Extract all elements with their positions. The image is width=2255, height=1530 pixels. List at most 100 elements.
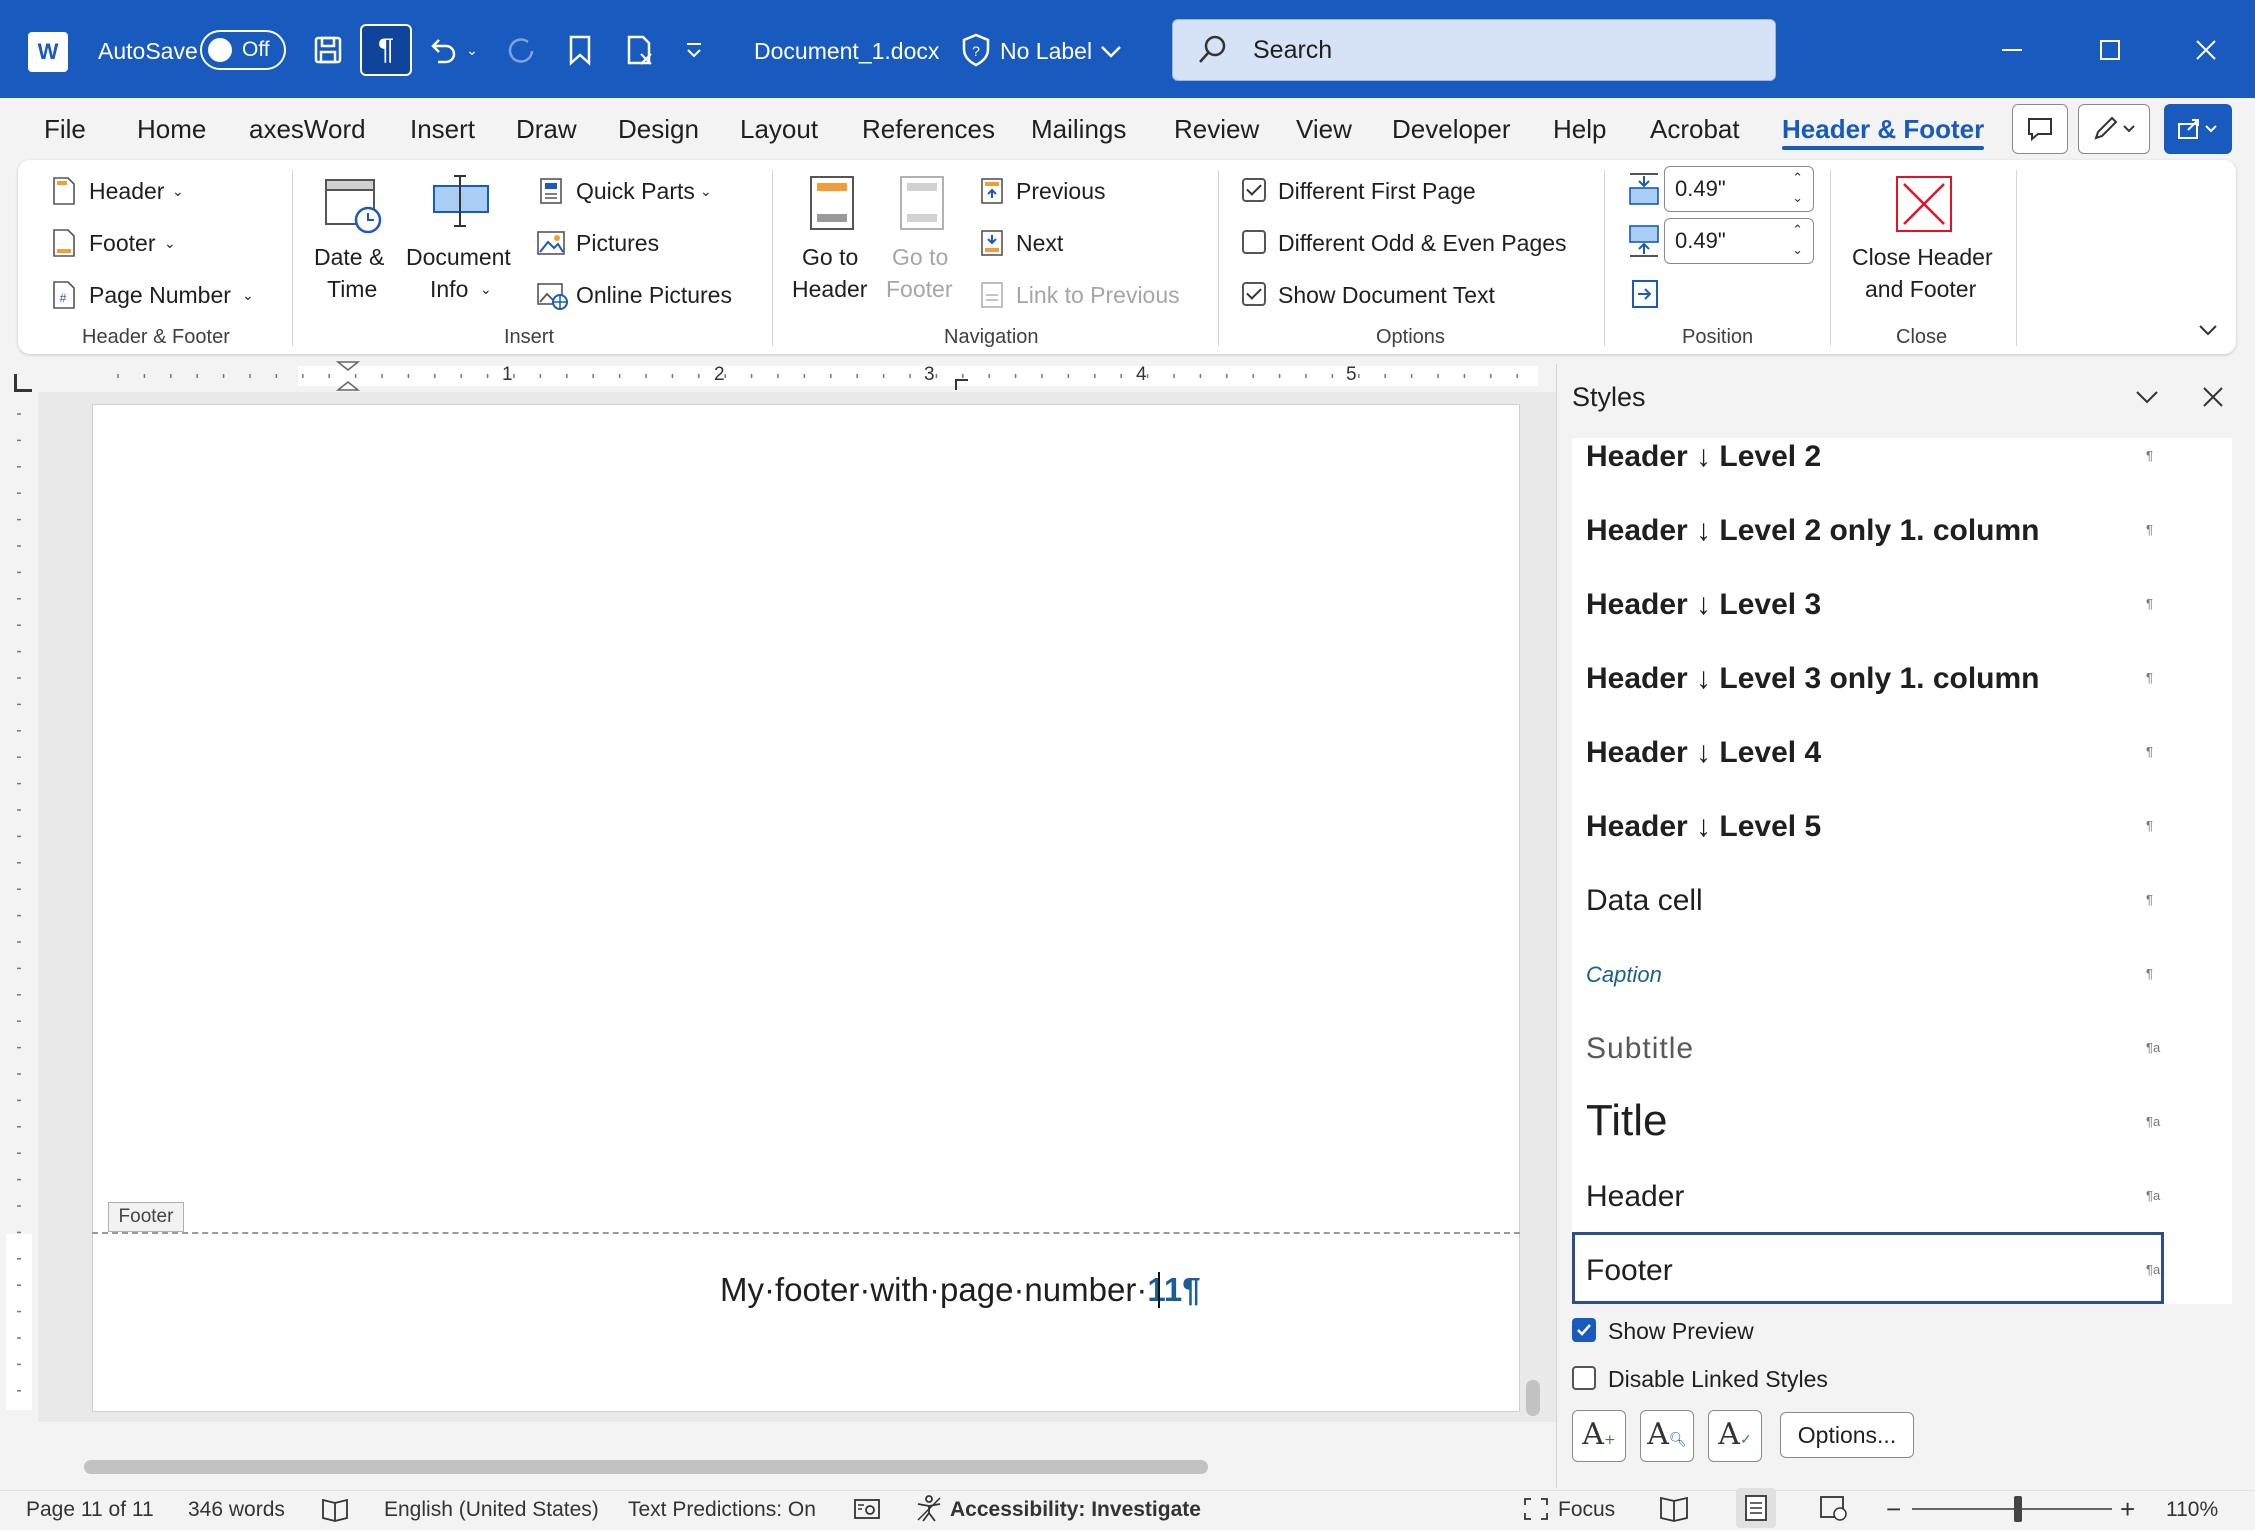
horizontal-scrollbar[interactable]: [84, 1460, 1208, 1474]
tab-axesword[interactable]: axesWord: [249, 112, 366, 146]
decrement-icon[interactable]: ⌄: [1792, 191, 1803, 205]
share-icon[interactable]: [2164, 104, 2232, 154]
list-item[interactable]: Header ¶a: [1572, 1178, 2232, 1238]
show-document-text-label[interactable]: Show Document Text: [1278, 280, 1495, 310]
maximize-icon[interactable]: [2092, 32, 2128, 68]
tab-developer[interactable]: Developer: [1392, 112, 1511, 146]
go-to-header-label-2[interactable]: Header: [792, 274, 867, 304]
text-predictions-status[interactable]: Text Predictions: On: [628, 1496, 816, 1524]
quick-parts-button[interactable]: Quick Parts: [576, 176, 695, 206]
close-header-footer-icon[interactable]: [1894, 174, 1954, 234]
tab-design[interactable]: Design: [618, 112, 699, 146]
chevron-down-icon[interactable]: ⌄: [242, 280, 254, 310]
go-to-footer-label-1[interactable]: Go to: [892, 242, 948, 272]
disable-linked-styles-checkbox[interactable]: [1572, 1366, 1596, 1390]
list-item[interactable]: Header ↓ Level 3 ¶: [1572, 586, 2232, 646]
tab-acrobat[interactable]: Acrobat: [1650, 112, 1740, 146]
next-button[interactable]: Next: [1016, 228, 1063, 258]
list-item[interactable]: Header ↓ Level 2 only 1. column ¶: [1572, 512, 2232, 572]
customize-toolbar-icon[interactable]: [676, 32, 712, 68]
list-item[interactable]: Header ↓ Level 3 only 1. column ¶: [1572, 660, 2232, 720]
chevron-down-icon[interactable]: [1098, 34, 1124, 70]
page-count[interactable]: Page 11 of 11: [26, 1496, 154, 1524]
tab-help[interactable]: Help: [1553, 112, 1606, 146]
close-header-footer-label-1[interactable]: Close Header: [1852, 242, 1993, 272]
list-item[interactable]: Header ↓ Level 2 ¶: [1572, 438, 2232, 498]
ribbon-collapse-icon[interactable]: [2196, 318, 2220, 342]
show-document-text-checkbox[interactable]: [1242, 282, 1266, 306]
decrement-icon[interactable]: ⌄: [1792, 243, 1803, 257]
redo-icon[interactable]: [502, 32, 538, 68]
online-pictures-button[interactable]: Online Pictures: [576, 280, 732, 310]
document-info-label-2[interactable]: Info: [430, 274, 468, 304]
show-formatting-icon[interactable]: ¶: [360, 24, 412, 76]
document-info-label-1[interactable]: Document: [406, 242, 511, 272]
tab-layout[interactable]: Layout: [740, 112, 818, 146]
list-item[interactable]: Data cell ¶: [1572, 882, 2232, 942]
word-app-icon[interactable]: W: [28, 32, 68, 72]
search-box[interactable]: Search: [1172, 19, 1776, 81]
proofing-book-icon[interactable]: [320, 1496, 350, 1522]
tab-view[interactable]: View: [1296, 112, 1352, 146]
comments-icon[interactable]: [2012, 104, 2068, 154]
header-position-stepper[interactable]: 0.49" ⌃ ⌄: [1664, 166, 1814, 212]
close-window-icon[interactable]: [2188, 32, 2224, 68]
page-number-field[interactable]: 11: [1147, 1271, 1182, 1308]
list-item[interactable]: Title ¶a: [1572, 1094, 2232, 1168]
different-first-page-label[interactable]: Different First Page: [1278, 176, 1476, 206]
tab-mailings[interactable]: Mailings: [1031, 112, 1126, 146]
accessibility-icon[interactable]: [914, 1494, 944, 1524]
page-number-button[interactable]: Page Number: [89, 280, 231, 310]
increment-icon[interactable]: ⌃: [1792, 223, 1803, 237]
options-button[interactable]: Options...: [1780, 1412, 1914, 1458]
footer-content[interactable]: My·footer·with·page·number·11¶: [720, 1270, 1201, 1310]
disable-linked-styles-label[interactable]: Disable Linked Styles: [1608, 1364, 1828, 1394]
editing-pen-icon[interactable]: [2078, 104, 2150, 154]
different-first-page-checkbox[interactable]: [1242, 178, 1266, 202]
zoom-slider[interactable]: [1912, 1496, 2112, 1522]
save-icon[interactable]: [310, 32, 346, 68]
show-preview-checkbox[interactable]: [1572, 1318, 1596, 1342]
pictures-button[interactable]: Pictures: [576, 228, 659, 258]
manage-styles-button[interactable]: A✓: [1708, 1410, 1762, 1462]
read-mode-icon[interactable]: [1658, 1494, 1690, 1522]
zoom-in-icon[interactable]: +: [2120, 1496, 2135, 1522]
horizontal-ruler[interactable]: 1 2 3 4 5: [48, 360, 1556, 392]
footer-position-stepper[interactable]: 0.49" ⌃ ⌄: [1664, 218, 1814, 264]
increment-icon[interactable]: ⌃: [1792, 171, 1803, 185]
tab-header-footer[interactable]: Header & Footer: [1782, 112, 1984, 146]
tab-file[interactable]: File: [44, 112, 86, 146]
focus-mode-label[interactable]: Focus: [1558, 1496, 1615, 1524]
zoom-out-icon[interactable]: −: [1886, 1496, 1901, 1522]
different-odd-even-label[interactable]: Different Odd & Even Pages: [1278, 228, 1567, 258]
header-button[interactable]: Header: [89, 176, 164, 206]
vertical-ruler[interactable]: [0, 404, 38, 1414]
undo-icon[interactable]: [424, 32, 460, 68]
show-preview-label[interactable]: Show Preview: [1608, 1316, 1754, 1346]
bookmark-icon[interactable]: [562, 32, 598, 68]
web-layout-icon[interactable]: [1818, 1494, 1850, 1522]
link-to-previous-button[interactable]: Link to Previous: [1016, 280, 1180, 310]
list-item[interactable]: Caption ¶: [1572, 956, 2232, 1016]
close-pane-icon[interactable]: [2200, 384, 2226, 410]
chevron-down-icon[interactable]: ⌄: [700, 176, 712, 206]
pane-options-chevron-icon[interactable]: [2134, 384, 2160, 410]
chevron-down-icon[interactable]: ⌄: [164, 228, 176, 258]
document-page[interactable]: [92, 404, 1520, 1412]
macro-recording-icon[interactable]: [852, 1496, 882, 1522]
list-item[interactable]: Header ↓ Level 4 ¶: [1572, 734, 2232, 794]
list-item[interactable]: Subtitle ¶a: [1572, 1030, 2232, 1090]
new-style-button[interactable]: A+: [1572, 1410, 1626, 1462]
document-filename[interactable]: Document_1.docx: [754, 36, 939, 66]
word-count[interactable]: 346 words: [188, 1496, 285, 1524]
chevron-down-icon[interactable]: ⌄: [172, 176, 184, 206]
autosave-toggle[interactable]: Off: [200, 30, 286, 70]
print-layout-icon[interactable]: [1736, 1488, 1776, 1528]
language-status[interactable]: English (United States): [384, 1496, 599, 1524]
tab-selector-icon[interactable]: [14, 374, 32, 392]
tab-insert[interactable]: Insert: [410, 112, 475, 146]
zoom-slider-thumb[interactable]: [2014, 1496, 2022, 1522]
date-time-label-2[interactable]: Time: [327, 274, 377, 304]
different-odd-even-checkbox[interactable]: [1242, 230, 1266, 254]
insert-alignment-tab-icon[interactable]: [1630, 278, 1660, 310]
